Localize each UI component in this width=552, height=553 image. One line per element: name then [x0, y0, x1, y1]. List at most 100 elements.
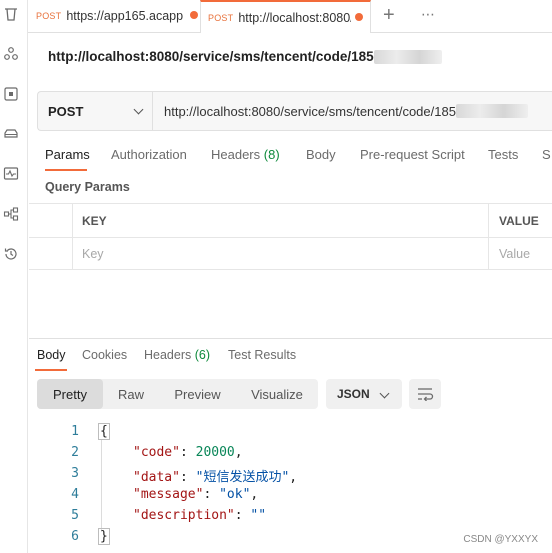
value-placeholder: Value	[499, 247, 531, 261]
request-tabs: Params Authorization Headers (8) Body Pr…	[37, 142, 552, 174]
wrap-lines-button[interactable]	[409, 379, 441, 409]
value-input[interactable]: Value	[489, 238, 552, 270]
json-key: "data"	[133, 470, 180, 485]
tab-request-1[interactable]: POST https://app165.acapp	[36, 0, 201, 32]
response-tabs: Body Cookies Headers (6) Test Results	[29, 340, 552, 371]
line-number: 1	[71, 424, 79, 439]
checkbox-column	[29, 204, 73, 237]
line-number: 4	[71, 487, 79, 502]
visualize-button[interactable]: Visualize	[236, 379, 318, 409]
tab-label: Body	[37, 348, 66, 362]
tab-cookies[interactable]: Cookies	[82, 348, 127, 362]
format-toggle-group: Pretty Raw Preview Visualize	[37, 379, 318, 409]
table-row: Key Value	[29, 237, 552, 270]
tab-url: http://localhost:8080/	[238, 10, 352, 25]
tab-label: Headers	[144, 348, 192, 362]
tab-body[interactable]: Body	[306, 147, 336, 162]
api-icon[interactable]	[2, 85, 20, 103]
tab-count: (6)	[194, 348, 211, 362]
tab-label: Authorization	[111, 147, 187, 162]
url-value: http://localhost:8080/service/sms/tencen…	[164, 103, 456, 119]
table-header-row: KEY VALUE	[29, 204, 552, 237]
json-key: "message"	[133, 487, 204, 502]
tab-response-headers[interactable]: Headers (6)	[144, 348, 210, 362]
tab-tests[interactable]: Tests	[488, 147, 518, 162]
tab-test-results[interactable]: Test Results	[228, 348, 296, 362]
code-line: "data": "短信发送成功",	[133, 470, 298, 485]
monitors-icon[interactable]	[2, 165, 20, 183]
code-line: "message": "ok",	[133, 487, 259, 502]
code-line: }	[98, 528, 110, 545]
key-input[interactable]: Key	[73, 238, 489, 270]
tab-label: Tests	[488, 147, 519, 162]
flows-icon[interactable]	[2, 205, 20, 223]
key-placeholder: Key	[82, 247, 104, 261]
query-params-title: Query Params	[45, 180, 130, 194]
line-number: 2	[71, 445, 79, 460]
tab-label: Pre-request Script	[360, 147, 465, 162]
tab-label: Body	[306, 147, 336, 162]
code-line: "code": 20000,	[133, 445, 243, 460]
method-select[interactable]: POST	[38, 92, 153, 130]
row-checkbox[interactable]	[29, 238, 73, 270]
url-input[interactable]: http://localhost:8080/service/sms/tencen…	[153, 92, 528, 130]
unsaved-dot-icon	[190, 11, 198, 19]
wrap-lines-icon	[418, 388, 434, 401]
language-label: JSON	[337, 387, 370, 401]
value-column-header: VALUE	[489, 204, 552, 237]
json-value: ""	[250, 508, 267, 523]
tab-count: (8)	[263, 147, 280, 162]
new-tab-button[interactable]: +	[383, 5, 395, 25]
chevron-down-icon	[379, 388, 390, 399]
environments-icon[interactable]	[2, 125, 20, 143]
method-label: POST	[48, 103, 84, 119]
unsaved-dot-icon	[355, 13, 363, 21]
json-value: "短信发送成功"	[195, 470, 290, 485]
more-tabs-button[interactable]: ⋯	[421, 6, 436, 23]
tab-label: Cookies	[82, 348, 128, 362]
redacted-area	[373, 50, 442, 65]
key-header: KEY	[82, 213, 107, 228]
active-tab-indicator	[35, 369, 67, 371]
chevron-down-icon	[133, 104, 144, 115]
tab-authorization[interactable]: Authorization	[111, 147, 187, 162]
pretty-button[interactable]: Pretty	[37, 379, 103, 409]
request-title-url: http://localhost:8080/service/sms/tencen…	[48, 49, 374, 64]
preview-button[interactable]: Preview	[159, 379, 236, 409]
language-select[interactable]: JSON	[326, 379, 402, 409]
tab-label: S	[542, 147, 551, 162]
indent-guide	[101, 440, 102, 532]
value-header: VALUE	[499, 213, 539, 228]
key-column-header: KEY	[73, 204, 489, 237]
collections-icon[interactable]	[2, 45, 20, 63]
json-key: "code"	[133, 445, 180, 460]
json-brace: {	[98, 423, 110, 440]
tab-settings-partial[interactable]: S	[542, 147, 551, 162]
watermark: CSDN @YXXYX	[463, 534, 538, 545]
line-number: 5	[71, 508, 79, 523]
request-url-bar: POST http://localhost:8080/service/sms/t…	[37, 91, 552, 131]
tab-request-2[interactable]: POST http://localhost:8080/	[200, 0, 371, 33]
tab-url: https://app165.acapp	[66, 9, 184, 23]
tab-response-body[interactable]: Body	[37, 348, 66, 362]
left-sidebar	[0, 0, 28, 553]
tab-pre-request-script[interactable]: Pre-request Script	[360, 147, 465, 162]
json-value: "ok"	[219, 487, 251, 502]
raw-button[interactable]: Raw	[103, 379, 159, 409]
code-line: {	[98, 423, 110, 440]
json-value: 20000	[195, 445, 235, 460]
request-tab-bar: POST https://app165.acapp POST http://lo…	[28, 0, 552, 33]
trash-icon[interactable]	[2, 5, 20, 23]
tab-label: Test Results	[228, 348, 297, 362]
tab-headers[interactable]: Headers (8)	[211, 147, 280, 162]
code-line: "description": ""	[133, 508, 267, 523]
tab-method: POST	[36, 11, 62, 21]
query-params-table: KEY VALUE Key Value	[29, 203, 552, 270]
tab-params[interactable]: Params	[45, 147, 90, 162]
history-icon[interactable]	[2, 245, 20, 263]
tab-method: POST	[208, 12, 234, 23]
pane-divider[interactable]	[29, 338, 552, 339]
line-number: 3	[71, 466, 79, 481]
redacted-area	[455, 104, 528, 118]
line-number: 6	[71, 529, 79, 544]
